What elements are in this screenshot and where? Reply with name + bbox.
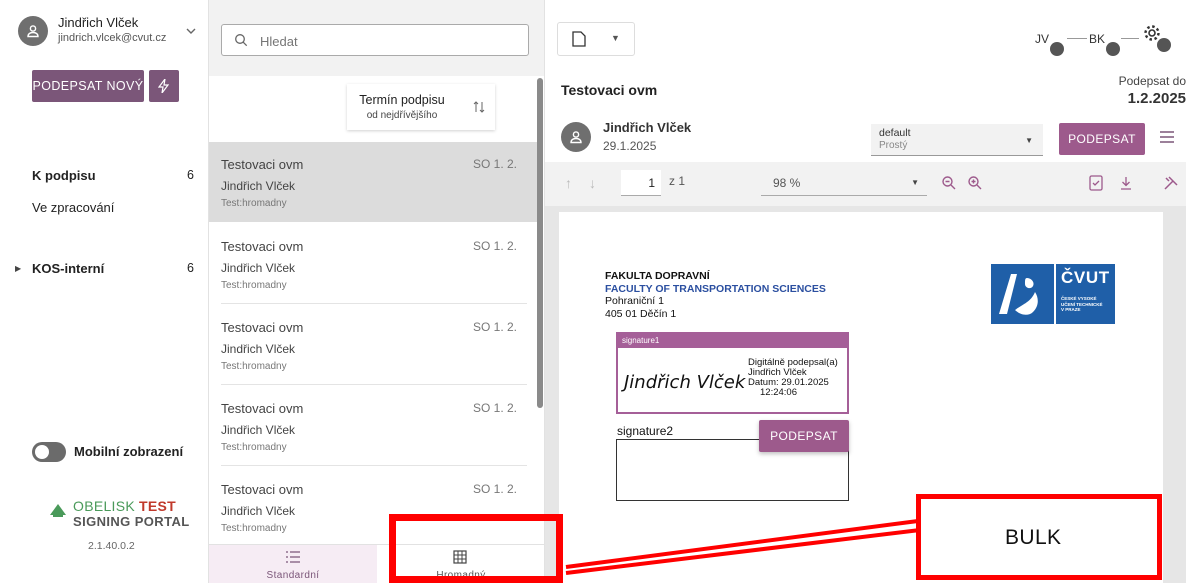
document-menu-button[interactable]: ▼ [557, 22, 635, 56]
doc-line: FAKULTA DOPRAVNÍ [605, 270, 710, 282]
signer-name: Jindřich Vlček [603, 120, 692, 135]
user-icon [27, 25, 39, 38]
lightning-icon [158, 79, 170, 93]
sort-title: Termín podpisu [359, 93, 445, 107]
list-item[interactable]: Testovaci ovm Jindřich Vlček Test:hromad… [209, 305, 539, 385]
sidebar-item-label: K podpisu [32, 167, 96, 183]
quick-sign-button[interactable] [149, 70, 179, 102]
expand-arrow-icon[interactable]: ▶ [15, 264, 21, 273]
zoom-out-icon[interactable] [941, 175, 957, 191]
annotation-label: BULK [1005, 526, 1062, 549]
mobile-view-toggle-row: Mobilní zobrazení [32, 440, 208, 464]
sidebar-item-to-sign[interactable]: K podpisu 6 [0, 160, 208, 190]
tools-icon[interactable] [1163, 175, 1179, 191]
stamp-badge-icon [1157, 38, 1171, 52]
mobile-view-toggle[interactable] [32, 442, 66, 462]
user-avatar [18, 16, 48, 46]
list-item[interactable]: Testovaci ovm Jindřich Vlček Test:hromad… [209, 386, 539, 466]
doc-line: 405 01 Děčín 1 [605, 308, 677, 320]
due-label: Podepsat do [1118, 74, 1186, 88]
arrow-down-icon[interactable]: ↓ [589, 175, 596, 191]
chevron-down-icon[interactable] [184, 24, 198, 38]
user-menu[interactable]: Jindřich Vlček jindrich.vlcek@cvut.cz [18, 14, 198, 50]
signature-info: Digitálně podepsal(a) Jindřich Vlček Dat… [748, 357, 838, 398]
page-number-input[interactable]: 1 [621, 170, 661, 196]
sidebar-item-kos[interactable]: ▶ KOS-interní 6 [0, 253, 208, 283]
app-version: 2.1.40.0.2 [88, 540, 135, 552]
sidebar: Jindřich Vlček jindrich.vlcek@cvut.cz PO… [0, 0, 208, 583]
annotation-highlight-bulk-tab [389, 514, 563, 583]
sidebar-item-count: 6 [187, 261, 194, 275]
sort-selector[interactable]: Termín podpisu od nejdřívějšího [347, 84, 495, 130]
obelisk-logo-icon [50, 504, 66, 517]
sidebar-item-in-progress[interactable]: Ve zpracování [0, 192, 208, 222]
doc-line: FACULTY OF TRANSPORTATION SCIENCES [605, 283, 826, 295]
sort-subtitle: od nejdřívějšího [366, 110, 438, 121]
logo-subtitle: SIGNING PORTAL [73, 514, 190, 529]
hamburger-menu-icon[interactable] [1159, 130, 1175, 144]
signature-name: Jindřich Vlček [624, 372, 746, 393]
caret-down-icon: ▼ [611, 33, 620, 43]
stamp-badge-icon [1106, 42, 1120, 56]
zoom-select[interactable]: 98 % ▼ [761, 170, 927, 196]
sort-icon [473, 101, 485, 113]
document-title: Testovaci ovm [561, 82, 658, 98]
file-icon [572, 31, 586, 47]
search-input[interactable] [260, 31, 510, 51]
annotation-label-box: BULK [916, 494, 1162, 580]
sign-new-button[interactable]: PODEPSAT NOVÝ [32, 70, 144, 102]
user-icon [570, 131, 582, 144]
sidebar-item-label: KOS-interní [32, 260, 105, 276]
cvut-emblem-icon [999, 274, 1038, 315]
page-count: z 1 [669, 174, 686, 188]
verify-document-icon[interactable] [1089, 175, 1103, 191]
list-item[interactable]: Testovaci ovm Jindřich Vlček Test:hromad… [209, 142, 539, 222]
search-icon [235, 34, 248, 47]
cvut-logo: ČVUT ČESKÉ VYSOKÉ UČENÍ TECHNICKÉ V PRAZ… [991, 264, 1115, 324]
sign-field-button[interactable]: PODEPSAT [759, 420, 849, 452]
caret-down-icon: ▼ [1025, 136, 1033, 145]
document-list-panel: Termín podpisu od nejdřívějšího Testovac… [208, 0, 545, 583]
due-date: 1.2.2025 [1127, 90, 1186, 107]
signer-avatar [561, 122, 591, 152]
signature-field-label: signature1 [622, 336, 660, 345]
document-list: Termín podpisu od nejdřívějšího Testovac… [209, 76, 545, 544]
signature-field-label: signature2 [617, 424, 674, 438]
signature-field-1[interactable]: signature1 Jindřich Vlček Digitálně pode… [616, 332, 849, 414]
tab-standard[interactable]: Standardní [209, 545, 377, 583]
list-icon [286, 551, 300, 563]
user-email: jindrich.vlcek@cvut.cz [58, 32, 167, 44]
sidebar-item-label: Ve zpracování [32, 199, 115, 215]
arrow-up-badge-icon [1050, 42, 1064, 56]
list-item[interactable]: Testovaci ovm Jindřich Vlček Test:hromad… [209, 224, 539, 304]
pdf-toolbar: ↑ ↓ 1 z 1 98 % ▼ [545, 162, 1186, 206]
list-scrollbar[interactable] [537, 78, 543, 408]
mobile-view-label: Mobilní zobrazení [74, 444, 184, 459]
sidebar-item-count: 6 [187, 168, 194, 182]
cvut-logo-text: ČVUT [1061, 268, 1110, 287]
doc-line: Pohraniční 1 [605, 295, 664, 307]
zoom-in-icon[interactable] [967, 175, 983, 191]
caret-down-icon: ▼ [911, 178, 919, 187]
cvut-logo-subtitle: ČESKÉ VYSOKÉ UČENÍ TECHNICKÉ V PRAZE [1061, 296, 1103, 312]
download-icon[interactable] [1119, 175, 1133, 191]
signing-profile-select[interactable]: default Prostý ▼ [871, 124, 1043, 156]
obelisk-logo: OBELISK TEST SIGNING PORTAL 2.1.40.0.2 [48, 498, 198, 568]
user-name: Jindřich Vlček [58, 15, 139, 30]
signer-date: 29.1.2025 [603, 139, 657, 153]
search-box[interactable] [221, 24, 529, 56]
sign-button[interactable]: PODEPSAT [1059, 123, 1145, 155]
arrow-up-icon[interactable]: ↑ [565, 175, 572, 191]
logo-title: OBELISK TEST [73, 498, 177, 514]
